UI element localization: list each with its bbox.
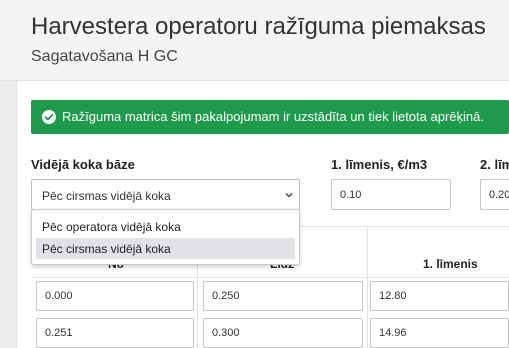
row2-level1-input[interactable]: 14.96: [370, 318, 509, 348]
avg-base-select[interactable]: Pēc cirsmas vidējā koka: [31, 179, 300, 210]
option-stand-avg[interactable]: Pēc cirsmas vidējā koka: [36, 238, 295, 259]
row1-level1-input[interactable]: 12.80: [370, 281, 509, 311]
level2-input-value: 0.20: [489, 188, 509, 201]
row1-from-input[interactable]: 0.000: [36, 281, 194, 311]
level1-label: 1. līmenis, €/m3: [331, 157, 428, 172]
level1-input-value: 0.10: [340, 188, 362, 201]
avg-base-label: Vidējā koka bāze: [31, 157, 135, 172]
option-stand-avg-label: Pēc cirsmas vidējā koka: [42, 242, 171, 256]
row2-from-value: 0.251: [45, 327, 73, 339]
avg-base-select-value: Pēc cirsmas vidējā koka: [42, 189, 171, 203]
row1-level1-value: 12.80: [379, 290, 407, 302]
page-subtitle: Sagatavošana H GC: [31, 48, 178, 65]
table-header-border: [31, 277, 509, 278]
chevron-down-icon: [285, 193, 293, 198]
row2-to-input[interactable]: 0.300: [203, 318, 363, 348]
page-header: Harvestera operatoru ražīguma piemaksas …: [0, 0, 509, 81]
row1-to-value: 0.250: [212, 290, 240, 302]
row2-to-value: 0.300: [212, 327, 240, 339]
alert-text: Ražīguma matrica šim pakalpojumam ir uzs…: [62, 109, 484, 124]
level2-input[interactable]: 0.20: [480, 179, 509, 210]
option-operator-avg-label: Pēc operatora vidējā koka: [42, 220, 181, 234]
level1-input[interactable]: 0.10: [331, 179, 451, 210]
success-alert: Ražīguma matrica šim pakalpojumam ir uzs…: [31, 100, 509, 134]
option-operator-avg[interactable]: Pēc operatora vidējā koka: [36, 216, 295, 237]
row1-to-input[interactable]: 0.250: [203, 281, 363, 311]
row2-level1-value: 14.96: [379, 327, 407, 339]
table-header-level1: 1. līmenis: [423, 257, 478, 271]
page-title: Harvestera operatoru ražīguma piemaksas: [31, 13, 486, 40]
check-circle-icon: [42, 110, 56, 124]
table-col-divider: [367, 226, 368, 348]
row1-from-value: 0.000: [45, 290, 73, 302]
avg-base-dropdown-list: Pēc operatora vidējā koka Pēc cirsmas vi…: [31, 209, 300, 265]
level2-label: 2. līm: [480, 157, 509, 172]
row2-from-input[interactable]: 0.251: [36, 318, 194, 348]
